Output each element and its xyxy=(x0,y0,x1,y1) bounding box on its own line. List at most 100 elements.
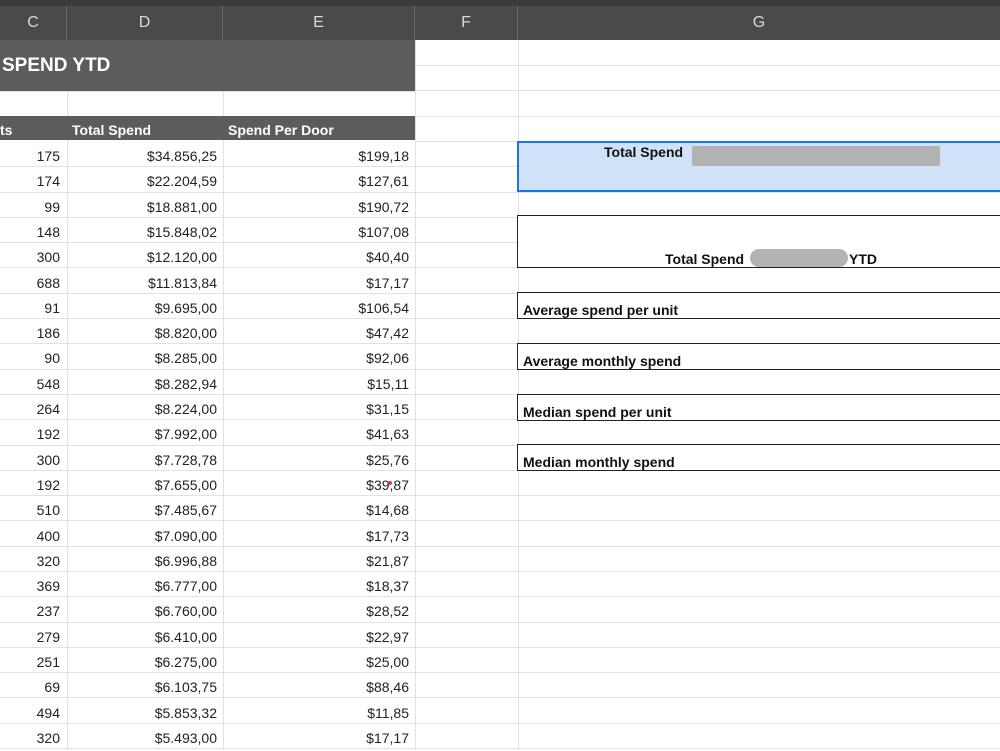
cell-spend-per-door[interactable]: $25,76 xyxy=(366,448,409,473)
cell-units[interactable]: 99 xyxy=(44,195,60,220)
cell-total-spend[interactable]: $15.848,02 xyxy=(147,220,217,245)
cell-spend-per-door[interactable]: $11,85 xyxy=(367,701,409,726)
cell-units[interactable]: 688 xyxy=(37,271,60,296)
median-spend-unit-label: Median spend per unit xyxy=(523,404,672,420)
cell-units[interactable]: 369 xyxy=(37,574,60,599)
cell-total-spend[interactable]: $6.410,00 xyxy=(155,625,217,650)
cell-spend-per-door[interactable]: $88,46 xyxy=(366,675,409,700)
cell-spend-per-door[interactable]: $28,52 xyxy=(366,599,409,624)
cell-spend-per-door[interactable]: $190,72 xyxy=(358,195,409,220)
cell-spend-per-door[interactable]: $21,87 xyxy=(366,549,409,574)
cell-total-spend[interactable]: $5.493,00 xyxy=(155,726,217,751)
cell-total-spend[interactable]: $5.853,32 xyxy=(155,701,217,726)
table-header-row[interactable] xyxy=(0,116,415,140)
cell-spend-per-door[interactable]: $199,18 xyxy=(358,144,409,169)
cell-units[interactable]: 279 xyxy=(37,625,60,650)
header-spend-per-door: Spend Per Door xyxy=(228,122,334,138)
cell-units[interactable]: 174 xyxy=(37,169,60,194)
cell-units[interactable]: 186 xyxy=(37,321,60,346)
cell-units[interactable]: 175 xyxy=(37,144,60,169)
cell-spend-per-door[interactable]: $107,08 xyxy=(358,220,409,245)
ytd-label-prefix: Total Spend xyxy=(665,251,745,267)
grid-column-line xyxy=(415,40,416,750)
cell-units[interactable]: 237 xyxy=(37,599,60,624)
column-header-f[interactable]: F xyxy=(415,6,518,40)
grid-row-line xyxy=(0,672,1000,673)
cell-units[interactable]: 192 xyxy=(37,422,60,447)
cell-spend-per-door[interactable]: $127,61 xyxy=(358,169,409,194)
cell-units[interactable]: 320 xyxy=(37,549,60,574)
column-letter: C xyxy=(27,14,39,31)
cell-total-spend[interactable]: $18.881,00 xyxy=(147,195,217,220)
cell-total-spend[interactable]: $8.285,00 xyxy=(155,346,217,371)
grid-row-line xyxy=(0,723,1000,724)
cell-spend-per-door[interactable]: $22,97 xyxy=(366,625,409,650)
cell-spend-per-door[interactable]: $17,73 xyxy=(366,524,409,549)
comment-indicator[interactable] xyxy=(388,481,392,485)
cell-total-spend[interactable]: $8.224,00 xyxy=(155,397,217,422)
cell-units[interactable]: 251 xyxy=(37,650,60,675)
cell-spend-per-door[interactable]: $17,17 xyxy=(366,271,409,296)
cell-units[interactable]: 494 xyxy=(37,701,60,726)
cell-total-spend[interactable]: $7.485,67 xyxy=(155,498,217,523)
cell-units[interactable]: 69 xyxy=(44,675,60,700)
cell-units[interactable]: 300 xyxy=(37,448,60,473)
redacted-text xyxy=(692,146,940,166)
cell-total-spend[interactable]: $7.728,78 xyxy=(155,448,217,473)
cell-total-spend[interactable]: $22.204,59 xyxy=(147,169,217,194)
cell-spend-per-door[interactable]: $41,63 xyxy=(366,422,409,447)
column-header-e[interactable]: E xyxy=(223,6,415,40)
cell-total-spend[interactable]: $8.820,00 xyxy=(155,321,217,346)
cell-units[interactable]: 400 xyxy=(37,524,60,549)
selected-summary-label: Total Spend xyxy=(604,144,684,160)
grid-row-line xyxy=(0,622,1000,623)
cell-units[interactable]: 264 xyxy=(37,397,60,422)
cell-total-spend[interactable]: $7.090,00 xyxy=(155,524,217,549)
cell-units[interactable]: 320 xyxy=(37,726,60,751)
cell-units[interactable]: 90 xyxy=(44,346,60,371)
cell-total-spend[interactable]: $9.695,00 xyxy=(155,296,217,321)
cell-total-spend[interactable]: $6.103,75 xyxy=(155,675,217,700)
cell-total-spend[interactable]: $7.992,00 xyxy=(155,422,217,447)
cell-units[interactable]: 548 xyxy=(37,372,60,397)
cell-spend-per-door[interactable]: $25,00 xyxy=(366,650,409,675)
cell-total-spend[interactable]: $6.996,88 xyxy=(155,549,217,574)
grid-row-line xyxy=(0,647,1000,648)
cell-spend-per-door[interactable]: $106,54 xyxy=(358,296,409,321)
cell-units[interactable]: 300 xyxy=(37,245,60,270)
cell-spend-per-door[interactable]: $17,17 xyxy=(366,726,409,751)
cell-spend-per-door[interactable]: $15,11 xyxy=(367,372,409,397)
cell-total-spend[interactable]: $7.655,00 xyxy=(155,473,217,498)
cell-spend-per-door[interactable]: $31,15 xyxy=(366,397,409,422)
cell-units[interactable]: 510 xyxy=(37,498,60,523)
cell-spend-per-door[interactable]: $47,42 xyxy=(366,321,409,346)
cell-spend-per-door[interactable]: $14,68 xyxy=(366,498,409,523)
avg-monthly-label: Average monthly spend xyxy=(523,353,682,369)
grid-row-line xyxy=(0,546,1000,547)
cell-spend-per-door[interactable]: $39,87 xyxy=(366,473,409,498)
grid-row-line xyxy=(415,90,1000,91)
cell-total-spend[interactable]: $12.120,00 xyxy=(147,245,217,270)
grid-row-line xyxy=(0,91,415,92)
cell-total-spend[interactable]: $6.777,00 xyxy=(155,574,217,599)
sheet-title: SPEND YTD xyxy=(2,54,111,76)
cell-total-spend[interactable]: $11.813,84 xyxy=(148,271,217,296)
column-header-d[interactable]: D xyxy=(67,6,223,40)
cell-units[interactable]: 91 xyxy=(44,296,60,321)
cell-units[interactable]: 148 xyxy=(37,220,60,245)
cell-total-spend[interactable]: $6.760,00 xyxy=(155,599,217,624)
column-letter: D xyxy=(138,14,151,31)
cell-spend-per-door[interactable]: $92,06 xyxy=(366,346,409,371)
grid-column-line xyxy=(223,40,224,750)
sheet-title-band[interactable]: SPEND YTD xyxy=(0,40,415,91)
cell-total-spend[interactable]: $8.282,94 xyxy=(155,372,217,397)
column-header-g[interactable]: G xyxy=(518,6,1000,40)
column-header-c[interactable]: C xyxy=(0,6,67,40)
grid-row-line xyxy=(0,495,1000,496)
ytd-label-suffix: YTD xyxy=(849,251,877,267)
cell-spend-per-door[interactable]: $40,40 xyxy=(366,245,409,270)
cell-total-spend[interactable]: $34.856,25 xyxy=(147,144,217,169)
cell-total-spend[interactable]: $6.275,00 xyxy=(155,650,217,675)
cell-spend-per-door[interactable]: $18,37 xyxy=(366,574,409,599)
cell-units[interactable]: 192 xyxy=(37,473,60,498)
